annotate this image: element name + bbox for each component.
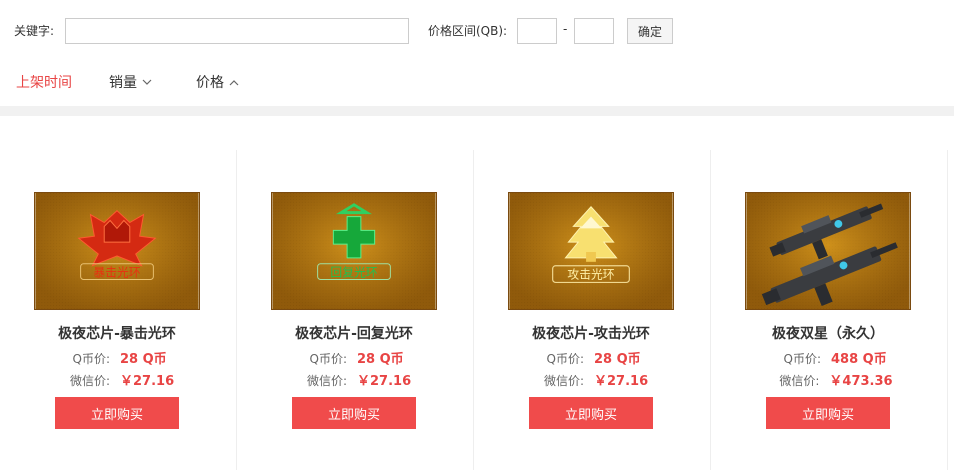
wechat-price-label: 微信价: xyxy=(69,374,110,388)
qb-price-value: 488 Q币 xyxy=(831,352,887,367)
keyword-label: 关键字: xyxy=(14,24,55,38)
product-card: 极夜双星（永久） Q币价: 488 Q币 微信价: ￥473.36 立即购买 xyxy=(711,116,948,470)
buy-now-button[interactable]: 立即购买 xyxy=(292,397,416,429)
product-grid: 暴击光环 极夜芯片-暴击光环 Q币价: 28 Q币 微信价: ￥27.16 立即购买 xyxy=(0,116,954,470)
sort-by-sales-label: 销量 xyxy=(109,75,137,91)
wechat-price-row: 微信价: ￥27.16 xyxy=(0,370,234,389)
sort-by-sales[interactable]: 销量 xyxy=(109,72,152,92)
qb-price-row: Q币价: 488 Q币 xyxy=(711,348,945,367)
qb-price-label: Q币价: xyxy=(783,352,822,366)
qb-price-row: Q币价: 28 Q币 xyxy=(237,348,471,367)
wechat-price-value: ￥473.36 xyxy=(829,374,893,389)
chevron-up-icon xyxy=(229,76,239,89)
filter-bar: 关键字: 价格区间(QB): - 确定 xyxy=(0,0,954,60)
svg-text:回复光环: 回复光环 xyxy=(330,266,377,280)
price-max-input[interactable] xyxy=(574,18,614,44)
sort-by-price-label: 价格 xyxy=(196,75,224,91)
product-thumbnail[interactable]: 回复光环 xyxy=(271,192,437,310)
keyword-input[interactable] xyxy=(65,18,409,44)
wechat-price-value: ￥27.16 xyxy=(357,374,412,389)
product-card: 回复光环 极夜芯片-回复光环 Q币价: 28 Q币 微信价: ￥27.16 立即购买 xyxy=(237,116,474,470)
qb-price-label: Q币价: xyxy=(309,352,348,366)
product-name[interactable]: 极夜双星（永久） xyxy=(711,323,945,343)
price-min-input[interactable] xyxy=(517,18,557,44)
qb-price-value: 28 Q币 xyxy=(594,352,641,367)
sort-by-price[interactable]: 价格 xyxy=(196,72,239,92)
twin-guns-icon xyxy=(746,193,910,309)
product-thumbnail[interactable]: 攻击光环 xyxy=(508,192,674,310)
product-card: 暴击光环 极夜芯片-暴击光环 Q币价: 28 Q币 微信价: ￥27.16 立即购买 xyxy=(0,116,237,470)
heal-aura-emblem-icon: 回复光环 xyxy=(272,193,436,309)
crit-aura-emblem-icon: 暴击光环 xyxy=(35,193,199,309)
sort-bar: 上架时间 销量 价格 xyxy=(0,60,954,106)
confirm-button[interactable]: 确定 xyxy=(627,18,673,44)
product-thumbnail[interactable] xyxy=(745,192,911,310)
wechat-price-label: 微信价: xyxy=(779,374,820,388)
price-range-dash: - xyxy=(563,22,568,36)
wechat-price-label: 微信价: xyxy=(306,374,347,388)
wechat-price-label: 微信价: xyxy=(543,374,584,388)
buy-now-button[interactable]: 立即购买 xyxy=(766,397,890,429)
sort-by-time-label: 上架时间 xyxy=(16,75,72,91)
wechat-price-value: ￥27.16 xyxy=(120,374,175,389)
svg-text:暴击光环: 暴击光环 xyxy=(93,266,140,280)
card-divider xyxy=(947,150,948,470)
qb-price-row: Q币价: 28 Q币 xyxy=(474,348,708,367)
qb-price-value: 28 Q币 xyxy=(357,352,404,367)
buy-now-button[interactable]: 立即购买 xyxy=(529,397,653,429)
product-thumbnail[interactable]: 暴击光环 xyxy=(34,192,200,310)
price-range-label: 价格区间(QB): xyxy=(428,24,508,38)
product-name[interactable]: 极夜芯片-暴击光环 xyxy=(0,323,234,343)
sort-by-time[interactable]: 上架时间 xyxy=(16,72,72,92)
wechat-price-row: 微信价: ￥473.36 xyxy=(711,370,945,389)
chevron-down-icon xyxy=(142,76,152,89)
wechat-price-value: ￥27.16 xyxy=(594,374,649,389)
buy-now-button[interactable]: 立即购买 xyxy=(55,397,179,429)
section-separator xyxy=(0,106,954,116)
qb-price-value: 28 Q币 xyxy=(120,352,167,367)
product-card: 攻击光环 极夜芯片-攻击光环 Q币价: 28 Q币 微信价: ￥27.16 立即购买 xyxy=(474,116,711,470)
svg-text:攻击光环: 攻击光环 xyxy=(567,268,614,282)
wechat-price-row: 微信价: ￥27.16 xyxy=(474,370,708,389)
qb-price-label: Q币价: xyxy=(72,352,111,366)
qb-price-row: Q币价: 28 Q币 xyxy=(0,348,234,367)
attack-aura-emblem-icon: 攻击光环 xyxy=(509,193,673,309)
product-name[interactable]: 极夜芯片-攻击光环 xyxy=(474,323,708,343)
qb-price-label: Q币价: xyxy=(546,352,585,366)
wechat-price-row: 微信价: ￥27.16 xyxy=(237,370,471,389)
product-name[interactable]: 极夜芯片-回复光环 xyxy=(237,323,471,343)
